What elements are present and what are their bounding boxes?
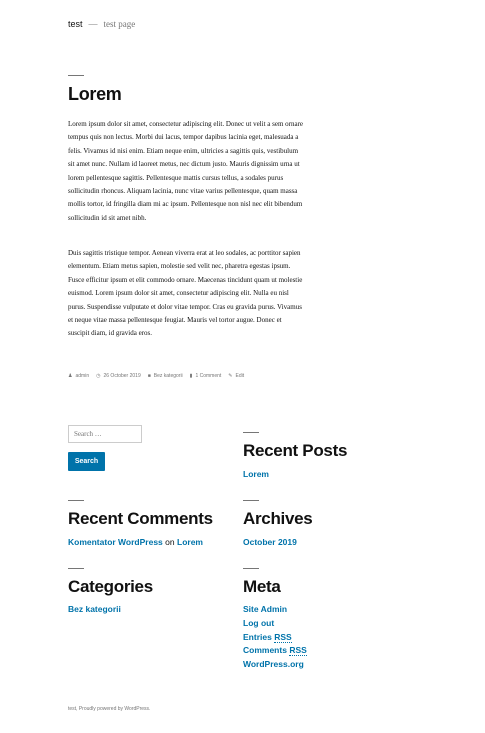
comments-label: Comments [243,645,287,655]
post-title: Lorem [68,84,122,104]
author-link[interactable]: admin [75,373,89,379]
category-link[interactable]: Bez kategorii [154,373,183,379]
meta-edit: ✎ Edit [228,373,244,379]
title-divider [68,75,84,76]
wordpress-org-link[interactable]: WordPress.org [243,659,304,669]
categories-title: Categories [68,577,153,596]
post-paragraph-1: Lorem ipsum dolor sit amet, consectetur … [68,120,304,222]
entries-rss-link[interactable]: Entries RSS [243,632,292,643]
meta-title: Meta [243,577,281,596]
recent-posts-title: Recent Posts [243,441,348,460]
meta-divider [243,568,259,569]
title-separator: — [88,19,98,29]
rss-abbr: RSS [274,632,292,643]
date-link[interactable]: 26 October 2019 [103,373,140,379]
recent-comments-divider [68,500,84,501]
recent-comments-title: Recent Comments [68,509,213,528]
categories-divider [68,568,84,569]
entries-label: Entries [243,632,272,642]
recent-post-link[interactable]: Lorem [243,469,269,479]
clock-icon: ◷ [96,373,101,379]
site-footer: test, Proudly powered by WordPress. [68,706,151,712]
site-description: test page [103,19,136,29]
archives-divider [243,500,259,501]
meta-comments: ▮ 1 Comment [190,373,222,379]
comment-icon: ▮ [189,373,193,379]
comments-rss-link[interactable]: Comments RSS [243,645,307,656]
search-button[interactable]: Search [68,452,105,471]
folder-icon: ■ [147,373,151,379]
recent-comment-item: Komentator WordPress on Lorem [68,537,203,547]
site-admin-link[interactable]: Site Admin [243,604,287,614]
category-item-link[interactable]: Bez kategorii [68,604,121,614]
comment-on-text: on [165,537,175,547]
archive-link[interactable]: October 2019 [243,537,297,547]
recent-posts-divider [243,432,259,433]
post-paragraph-2: Duis sagittis tristique tempor. Aenean v… [68,249,303,338]
post-meta: ♟ admin ◷ 26 October 2019 ■ Bez kategori… [68,373,251,379]
site-title[interactable]: test [68,19,83,29]
search-placeholder: Search … [74,430,102,438]
log-out-link[interactable]: Log out [243,618,274,628]
pencil-icon: ✎ [228,373,233,379]
meta-date: ◷ 26 October 2019 [96,373,141,379]
search-input[interactable]: Search … [68,425,142,443]
comment-post-link[interactable]: Lorem [177,537,203,547]
meta-category: ■ Bez kategorii [148,373,183,379]
site-header: test — test page [68,19,135,29]
meta-author: ♟ admin [68,373,89,379]
comments-link[interactable]: 1 Comment [195,373,221,379]
comment-author-link[interactable]: Komentator WordPress [68,537,163,547]
archives-title: Archives [243,509,313,528]
author-icon: ♟ [68,373,73,379]
edit-link[interactable]: Edit [235,373,244,379]
rss-abbr: RSS [289,645,307,656]
